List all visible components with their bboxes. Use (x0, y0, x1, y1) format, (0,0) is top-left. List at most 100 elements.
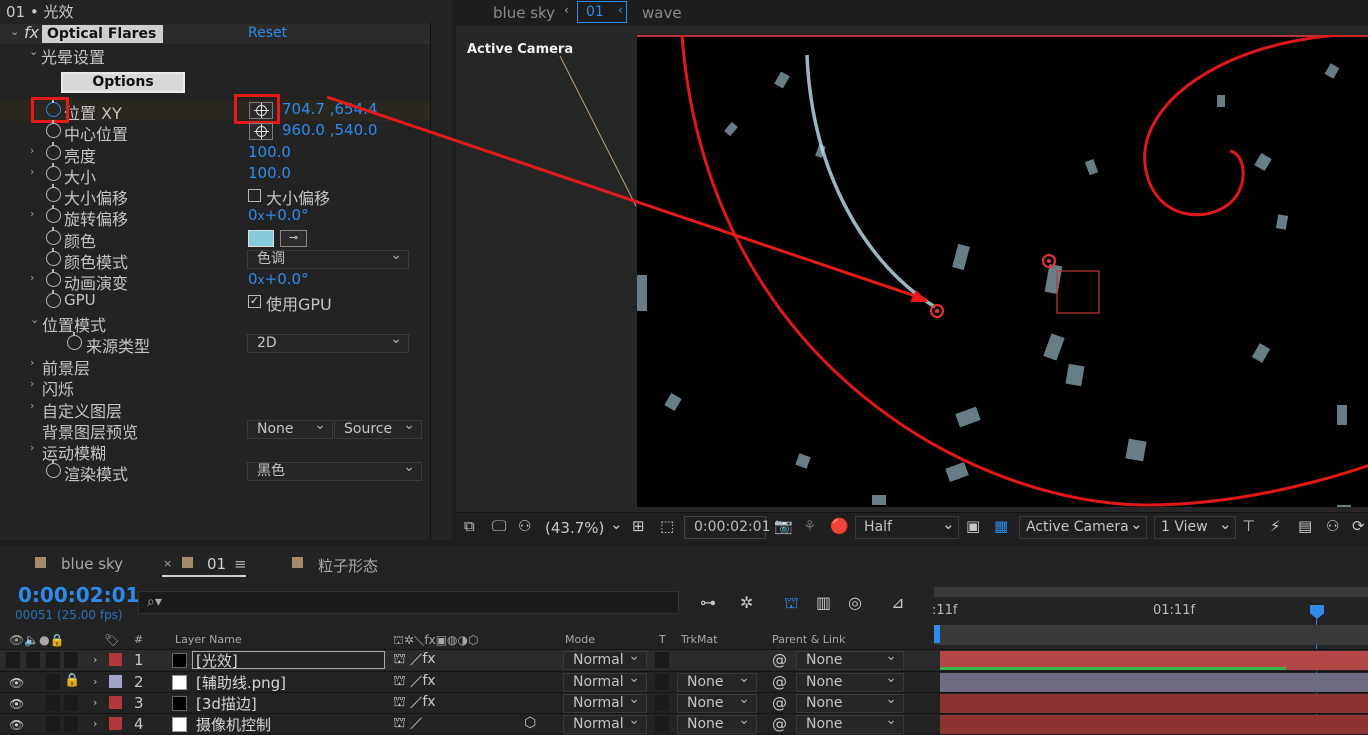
region-icon[interactable]: ⬚ (660, 517, 674, 535)
frame-info: 00051 (25.00 fps) (15, 608, 123, 622)
header-parent: Parent & Link (772, 633, 846, 646)
timeline-tab-blue-sky[interactable]: blue sky (61, 555, 123, 573)
eye-icon[interactable]: 👁 (9, 676, 24, 690)
show-snapshot-icon[interactable]: ⚘ (803, 517, 816, 535)
header-num: # (134, 633, 144, 646)
label-color[interactable] (109, 696, 122, 709)
pickwhip-icon[interactable]: @ (772, 651, 787, 669)
shy-layers-icon[interactable]: ⛫ (784, 593, 799, 614)
layer-thumb (172, 696, 187, 711)
label-color[interactable] (109, 675, 122, 688)
layer-name[interactable]: 摄像机控制 (196, 714, 271, 735)
layer-name[interactable]: [辅助线.png] (196, 672, 286, 693)
timeline-tab-particle[interactable]: 粒子形态 (318, 555, 378, 576)
reset-exposure-icon[interactable]: ⟳ (1352, 517, 1365, 535)
layer-switches[interactable]: ⛫ ⟋fx (393, 694, 436, 712)
layer-switches[interactable]: ⛫ ⟋ (393, 715, 422, 733)
ruler-label: 01:11f (1153, 603, 1196, 618)
camera-icon[interactable]: 📷 (774, 517, 793, 535)
pickwhip-icon[interactable]: @ (772, 673, 787, 691)
parent-dropdown[interactable]: None (796, 648, 904, 670)
timecode-field[interactable]: 0:00:02:01 (684, 516, 771, 539)
layer-row[interactable]: 👁 › 3 [3d描边] ⛫ ⟋fx Normal None @ None (0, 691, 1368, 714)
chevron-down-icon[interactable]: ⌄ (610, 515, 623, 533)
expand-arrow-icon[interactable]: › (93, 717, 97, 730)
eye-icon[interactable]: 👁 (9, 697, 24, 711)
chevron-down-icon[interactable]: ⌄ (942, 515, 955, 533)
flowchart-icon[interactable]: ⚇ (1326, 517, 1339, 535)
playhead-handle[interactable] (1310, 605, 1324, 619)
expand-arrow-icon[interactable]: › (93, 675, 97, 688)
header-mode: Mode (565, 633, 595, 646)
layer-name[interactable]: [3d描边] (196, 693, 257, 714)
trkmat-dropdown[interactable]: None (677, 691, 757, 713)
header-layer-name[interactable]: Layer Name (175, 633, 242, 646)
pickwhip-icon[interactable]: @ (772, 715, 787, 733)
mode-dropdown[interactable]: Normal (563, 648, 647, 670)
parent-dropdown[interactable]: None (796, 670, 904, 692)
chevron-down-icon[interactable]: ⌄ (1219, 515, 1232, 533)
monitor-icon[interactable]: 🖵 (492, 517, 506, 535)
layer-switches[interactable]: ⛫ ⟋fx (393, 673, 436, 691)
fast-preview-icon[interactable]: ⚡ (1270, 517, 1281, 535)
zoom-dropdown[interactable]: (43.7%) (545, 519, 604, 537)
layer-thumb (172, 653, 187, 668)
draft-3d-icon[interactable]: ✲ (740, 593, 753, 612)
3d-layer-icon[interactable]: ⬡ (524, 715, 536, 731)
layer-bar[interactable] (940, 694, 1368, 713)
timeline-tab-01[interactable]: 01 (207, 555, 226, 573)
mode-dropdown[interactable]: Normal (563, 712, 647, 734)
comp-mini-flowchart-icon[interactable]: ⊶ (700, 593, 716, 612)
current-time-display[interactable]: 0:00:02:01 (18, 583, 139, 607)
layer-bar[interactable] (940, 651, 1368, 670)
expand-arrow-icon[interactable]: › (93, 653, 97, 666)
layer-bar[interactable] (940, 715, 1368, 734)
layer-row[interactable]: 👁 › 4 摄像机控制 ⛫ ⟋ ⬡ Normal None @ None (0, 712, 1368, 735)
layer-number: 2 (134, 673, 144, 691)
snapshot-icon[interactable]: ⧉ (464, 517, 475, 535)
layer-name[interactable]: [光效] (196, 650, 238, 671)
comp-color-icon (35, 557, 46, 568)
layer-thumb (172, 675, 187, 690)
layout-icon[interactable]: ⊤ (1242, 517, 1255, 535)
close-icon[interactable]: × (163, 557, 172, 570)
chevron-down-icon[interactable]: ⌄ (1130, 515, 1143, 533)
parent-dropdown[interactable]: None (796, 691, 904, 713)
mask-icon[interactable]: ⚇ (518, 517, 531, 535)
work-area-bar[interactable] (934, 587, 1368, 597)
graph-editor-icon[interactable]: ⊿ (891, 593, 904, 612)
motion-blur-icon[interactable]: ◎ (848, 593, 862, 612)
navigator-bar[interactable] (934, 625, 1368, 645)
region-of-interest-icon[interactable]: ▣ (966, 517, 980, 535)
layer-row[interactable]: 👁 🔒 › 2 [辅助线.png] ⛫ ⟋fx Normal None @ No… (0, 670, 1368, 693)
trkmat-dropdown[interactable]: None (677, 670, 757, 692)
eye-icon[interactable]: 👁 (9, 718, 24, 732)
parent-dropdown[interactable]: None (796, 712, 904, 734)
layer-row[interactable]: › 1 [光效] ⛫ ⟋fx Normal @ None (0, 648, 1368, 671)
layer-switches[interactable]: ⛫ ⟋fx (393, 651, 436, 669)
comp-color-icon (292, 557, 303, 568)
comp-color-icon (182, 557, 193, 568)
layer-bar[interactable] (940, 673, 1368, 692)
lock-icon[interactable]: 🔒 (64, 673, 80, 688)
pickwhip-icon[interactable]: @ (772, 694, 787, 712)
timeline-icon[interactable]: ▤ (1298, 517, 1312, 535)
transparency-grid-icon[interactable]: ▦ (994, 517, 1008, 535)
layer-number: 3 (134, 694, 144, 712)
color-channels-icon[interactable]: 🔴 (830, 517, 849, 535)
layer-thumb (172, 717, 187, 732)
mode-dropdown[interactable]: Normal (563, 691, 647, 713)
in-point-marker[interactable] (934, 625, 940, 643)
trkmat-dropdown[interactable]: None (677, 712, 757, 734)
label-header-icon: 🏷 (104, 633, 120, 647)
label-color[interactable] (109, 653, 122, 666)
expand-arrow-icon[interactable]: › (93, 696, 97, 709)
camera-dropdown[interactable]: Active Camera (1019, 516, 1147, 539)
switches-header-icon: ⛫✲⟍fx▣◍◑⬡ (393, 633, 479, 647)
menu-icon[interactable]: ≡ (234, 555, 247, 573)
grid-icon[interactable]: ⊞ (632, 517, 645, 535)
label-color[interactable] (109, 717, 122, 730)
mode-dropdown[interactable]: Normal (563, 670, 647, 692)
search-input[interactable]: ⌕▾ (138, 591, 679, 614)
frame-blending-icon[interactable]: ▥ (816, 593, 831, 612)
